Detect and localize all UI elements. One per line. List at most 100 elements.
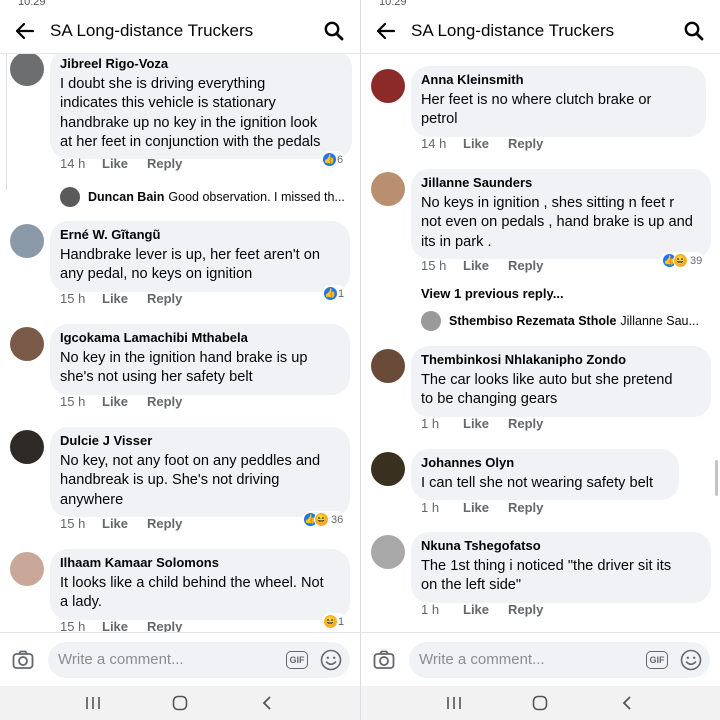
like-button[interactable]: Like	[102, 291, 147, 306]
commenter-name[interactable]: Anna Kleinsmith	[421, 72, 696, 88]
reply-avatar	[421, 311, 441, 331]
comment-bubble[interactable]: Ilhaam Kamaar Solomons It looks like a c…	[50, 549, 350, 620]
comment-bubble[interactable]: Erné W. Gĩtangũ Handbrake lever is up, h…	[50, 221, 350, 292]
gif-button[interactable]: GIF	[286, 650, 308, 669]
comment-bubble[interactable]: Jibreel Rigo-Voza I doubt she is driving…	[50, 54, 352, 160]
commenter-name[interactable]: Nkuna Tshegofatso	[421, 538, 701, 554]
commenter-name[interactable]: Johannes Olyn	[421, 455, 669, 471]
like-button[interactable]: Like	[463, 416, 508, 431]
commenter-name[interactable]: Jibreel Rigo-Voza	[60, 56, 342, 72]
commenter-name[interactable]: Thembinkosi Nhlakanipho Zondo	[421, 352, 701, 368]
like-reaction-icon: 👍	[322, 152, 337, 167]
comment-line: handbreak is up. She's not driving	[60, 472, 280, 489]
avatar[interactable]	[371, 349, 405, 383]
back-arrow-icon[interactable]	[14, 20, 36, 42]
comment-line: indicates this vehicle is stationary	[60, 95, 276, 112]
comment-time: 14 h	[60, 156, 86, 171]
avatar[interactable]	[10, 54, 44, 86]
gif-button[interactable]: GIF	[646, 650, 668, 669]
reply-button[interactable]: Reply	[147, 619, 182, 632]
comment-bubble[interactable]: Anna Kleinsmith Her feet is no where clu…	[411, 66, 706, 137]
comment-line: anywhere	[60, 491, 124, 508]
recent-apps-icon[interactable]	[81, 691, 105, 715]
reply-button[interactable]: Reply	[147, 394, 182, 409]
reply-preview[interactable]: Duncan Bain Good observation. I missed t…	[60, 187, 350, 207]
comment-bubble[interactable]: Jillanne Saunders No keys in ignition , …	[411, 169, 711, 259]
back-arrow-icon[interactable]	[375, 20, 397, 42]
like-button[interactable]: Like	[102, 516, 147, 531]
reply-snippet: Good observation. I missed th...	[168, 190, 345, 204]
comment-bubble[interactable]: Igcokama Lamachibi Mthabela No key in th…	[50, 324, 350, 395]
like-button[interactable]: Like	[463, 602, 508, 617]
recent-apps-icon[interactable]	[442, 691, 466, 715]
reaction-summary[interactable]: 👍 😆 39	[661, 252, 705, 269]
reply-snippet: Jillanne Sau...	[620, 314, 699, 328]
back-nav-icon[interactable]	[615, 691, 639, 715]
search-icon[interactable]	[682, 19, 706, 43]
avatar[interactable]	[10, 430, 44, 464]
like-button[interactable]: Like	[102, 156, 147, 171]
reply-button[interactable]: Reply	[508, 602, 543, 617]
reply-button[interactable]: Reply	[147, 156, 182, 171]
reply-preview[interactable]: Sthembiso Rezemata Sthole Jillanne Sau..…	[421, 311, 711, 331]
emoji-smile-icon[interactable]	[680, 649, 702, 671]
comment-feed: Jibreel Rigo-Voza I doubt she is driving…	[0, 54, 360, 632]
comment-input[interactable]: Write a comment... GIF	[48, 641, 350, 678]
commenter-name[interactable]: Jillanne Saunders	[421, 175, 701, 191]
comment-actions: 1 h Like Reply	[421, 500, 543, 515]
comment-placeholder: Write a comment...	[419, 651, 545, 668]
comment-bubble[interactable]: Nkuna Tshegofatso The 1st thing i notice…	[411, 532, 711, 603]
avatar[interactable]	[371, 69, 405, 103]
comment-actions: 15 h Like Reply	[60, 619, 182, 632]
avatar[interactable]	[10, 552, 44, 586]
top-app-bar: SA Long-distance Truckers	[361, 8, 720, 54]
avatar[interactable]	[10, 224, 44, 258]
reply-button[interactable]: Reply	[508, 416, 543, 431]
comment-line: The car looks like auto but she pretend	[421, 372, 673, 388]
reaction-count: 36	[331, 513, 344, 526]
commenter-name[interactable]: Ilhaam Kamaar Solomons	[60, 555, 340, 571]
reaction-summary[interactable]: 😆 1	[322, 613, 347, 630]
reply-button[interactable]: Reply	[508, 258, 543, 273]
emoji-smile-icon[interactable]	[320, 649, 342, 671]
back-nav-icon[interactable]	[255, 691, 279, 715]
reply-button[interactable]: Reply	[147, 516, 182, 531]
camera-icon[interactable]	[10, 647, 36, 673]
reply-button[interactable]: Reply	[508, 500, 543, 515]
comment-bubble[interactable]: Thembinkosi Nhlakanipho Zondo The car lo…	[411, 346, 711, 417]
like-button[interactable]: Like	[102, 619, 147, 632]
haha-reaction-icon: 😆	[314, 512, 329, 527]
avatar[interactable]	[10, 327, 44, 361]
reply-button[interactable]: Reply	[508, 136, 543, 151]
comment-line: The 1st thing i noticed "the driver sit …	[421, 558, 672, 574]
commenter-name[interactable]: Igcokama Lamachibi Mthabela	[60, 330, 340, 346]
avatar[interactable]	[371, 535, 405, 569]
home-icon[interactable]	[168, 691, 192, 715]
reaction-summary[interactable]: 👍 6	[321, 151, 346, 168]
comment-placeholder: Write a comment...	[58, 651, 184, 668]
left-screen: 10:29 SA Long-distance Truckers Jibreel …	[0, 0, 360, 720]
camera-icon[interactable]	[371, 647, 397, 673]
like-button[interactable]: Like	[463, 500, 508, 515]
comment-time: 1 h	[421, 500, 440, 515]
avatar[interactable]	[371, 452, 405, 486]
reaction-summary[interactable]: 👍 1	[322, 285, 347, 302]
like-button[interactable]: Like	[463, 136, 508, 151]
scrollbar-thumb[interactable]	[715, 460, 718, 496]
commenter-name[interactable]: Dulcie J Visser	[60, 433, 340, 449]
reaction-count: 6	[337, 153, 344, 166]
view-previous-replies-link[interactable]: View 1 previous reply...	[421, 286, 564, 301]
reply-button[interactable]: Reply	[147, 291, 182, 306]
like-button[interactable]: Like	[102, 394, 147, 409]
comment-input[interactable]: Write a comment... GIF	[409, 641, 710, 678]
right-screen: 10:29 SA Long-distance Truckers Anna Kle…	[361, 0, 720, 720]
comment-composer: Write a comment... GIF	[361, 632, 720, 686]
like-button[interactable]: Like	[463, 258, 508, 273]
comment-bubble[interactable]: Johannes Olyn I can tell she not wearing…	[411, 449, 679, 501]
commenter-name[interactable]: Erné W. Gĩtangũ	[60, 227, 340, 243]
reaction-summary[interactable]: 👍 😆 36	[302, 511, 346, 528]
home-icon[interactable]	[528, 691, 552, 715]
search-icon[interactable]	[322, 19, 346, 43]
comment-bubble[interactable]: Dulcie J Visser No key, not any foot on …	[50, 427, 350, 517]
avatar[interactable]	[371, 172, 405, 206]
